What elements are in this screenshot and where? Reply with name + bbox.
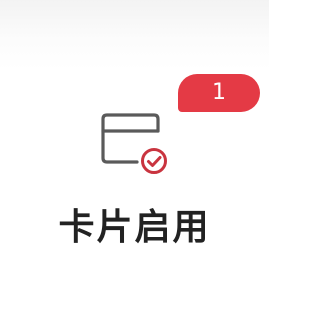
notification-badge: 1 — [178, 74, 260, 112]
card-activation-tile[interactable]: 1 卡片启用 — [0, 0, 269, 332]
badge-count: 1 — [212, 80, 226, 105]
tile-label: 卡片启用 — [58, 207, 211, 248]
card-check-icon — [100, 112, 174, 176]
